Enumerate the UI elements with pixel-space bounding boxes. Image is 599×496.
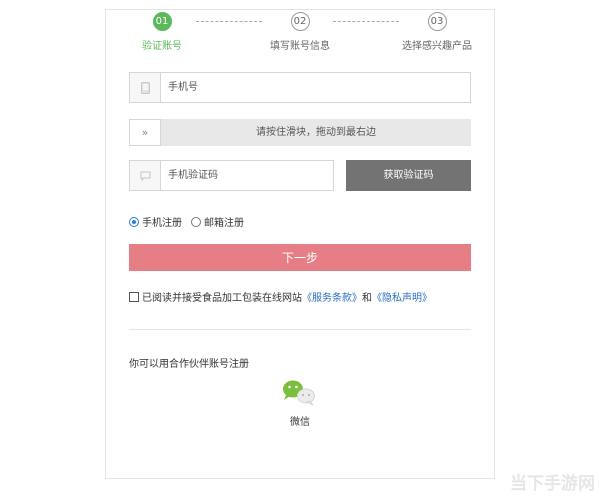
double-chevron-right-icon[interactable]: » <box>129 119 161 146</box>
service-terms-link[interactable]: 《服务条款》 <box>302 289 362 304</box>
register-type: 手机注册 邮箱注册 <box>129 214 253 229</box>
step-2-number: 02 <box>290 12 310 31</box>
watermark: 当下手游网 <box>510 474 595 494</box>
step-3: 03 选择感兴趣产品 <box>377 12 497 52</box>
radio-phone-label[interactable]: 手机注册 <box>142 214 182 229</box>
agreement-and: 和 <box>362 293 372 304</box>
radio-email-label[interactable]: 邮箱注册 <box>204 214 244 229</box>
wechat-label[interactable]: 微信 <box>270 413 330 428</box>
agreement-row: 已阅读并接受食品加工包装在线网站 《服务条款》 和 《隐私声明》 <box>129 289 432 304</box>
step-2: 02 填写账号信息 <box>240 12 360 52</box>
agreement-text: 已阅读并接受食品加工包装在线网站 <box>142 293 302 304</box>
step-1-label: 验证账号 <box>142 41 182 52</box>
phone-icon <box>130 73 161 102</box>
message-icon <box>130 161 161 190</box>
slider-hint: 请按住滑块，拖动到最右边 <box>256 127 376 138</box>
divider <box>129 329 471 330</box>
step-3-number: 03 <box>427 12 447 31</box>
step-1-number: 01 <box>152 12 172 31</box>
step-1: 01 验证账号 <box>102 12 222 52</box>
radio-email[interactable] <box>191 216 201 227</box>
privacy-link[interactable]: 《隐私声明》 <box>372 289 432 304</box>
get-code-button[interactable]: 获取验证码 <box>346 160 471 191</box>
radio-phone[interactable] <box>129 216 139 227</box>
wechat-icon[interactable] <box>280 378 320 408</box>
agreement-checkbox[interactable] <box>129 291 139 302</box>
slide-verify[interactable]: » 请按住滑块，拖动到最右边 <box>129 119 471 146</box>
step-3-label: 选择感兴趣产品 <box>402 41 472 52</box>
step-2-label: 填写账号信息 <box>270 41 330 52</box>
sms-code-field[interactable]: 手机验证码 <box>129 160 334 191</box>
progress-steps: 01 验证账号 02 填写账号信息 03 选择感兴趣产品 <box>0 0 599 60</box>
next-step-button[interactable]: 下一步 <box>129 244 471 271</box>
partner-title: 你可以用合作伙伴账号注册 <box>129 359 249 370</box>
sms-code-input[interactable]: 手机验证码 <box>168 161 218 190</box>
phone-field[interactable]: 手机号 <box>129 72 471 103</box>
phone-input[interactable]: 手机号 <box>168 73 198 102</box>
